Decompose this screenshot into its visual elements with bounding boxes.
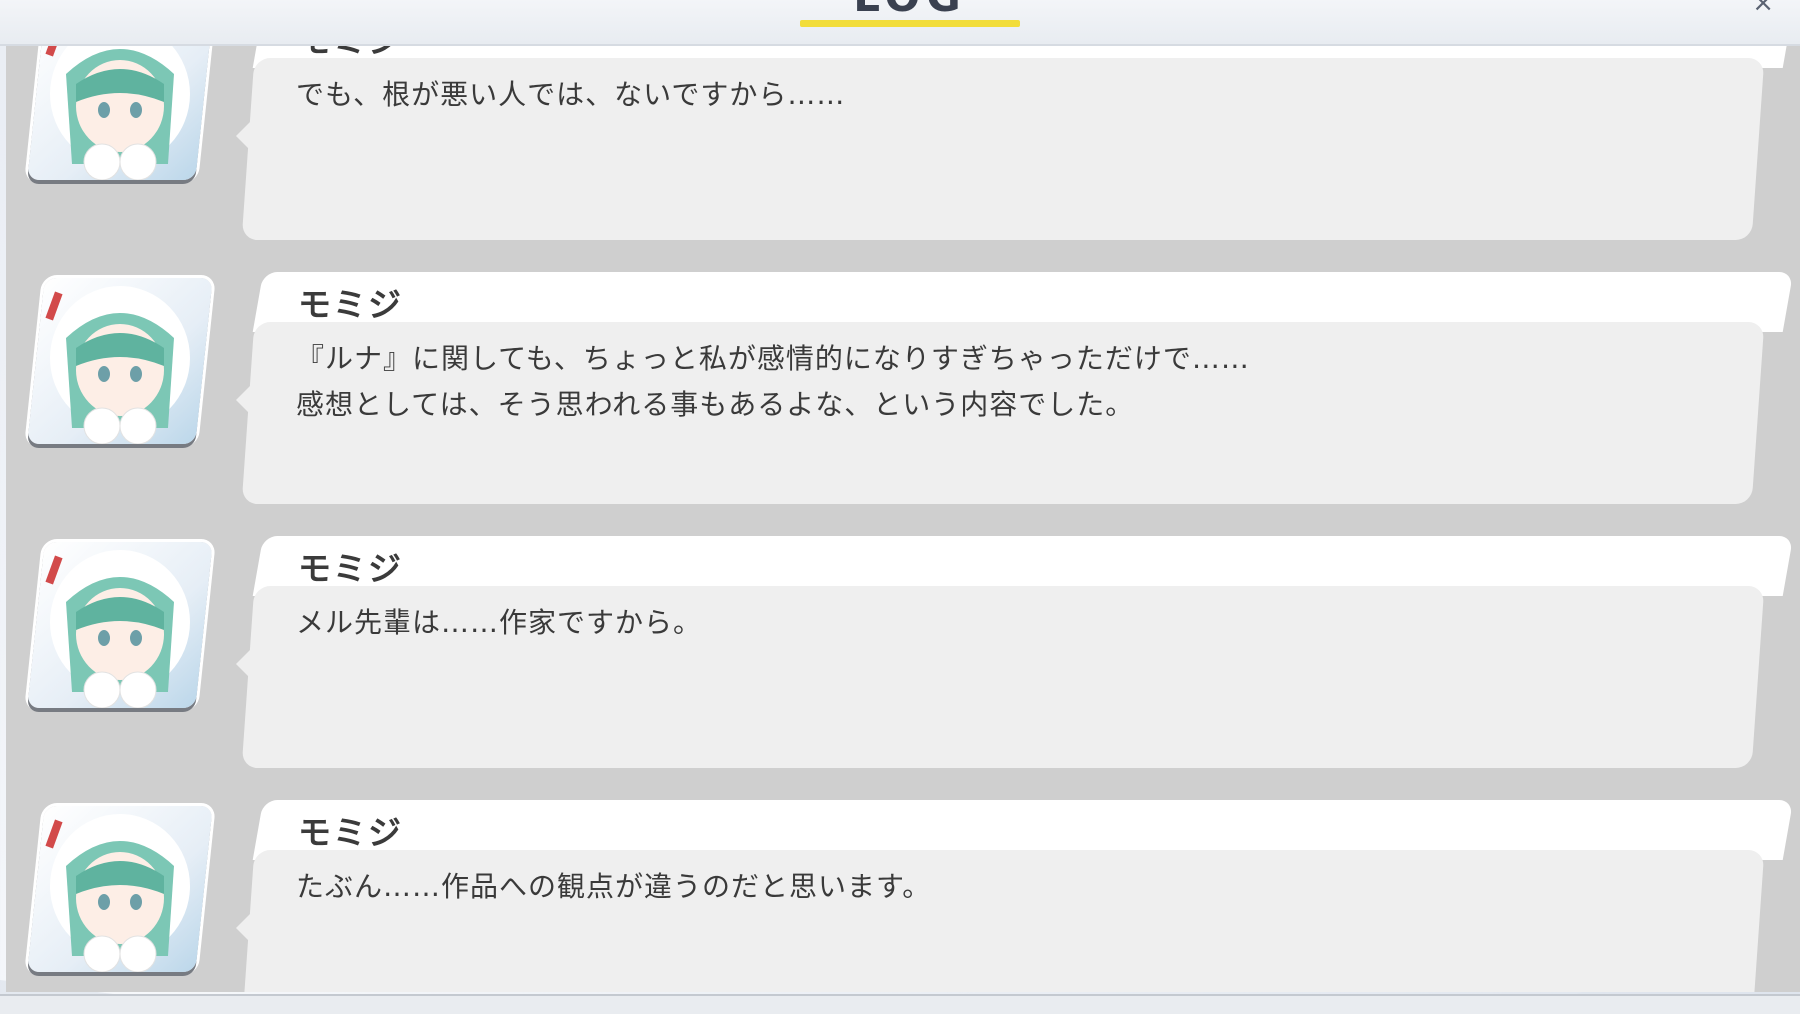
character-avatar xyxy=(27,278,213,444)
momiji-portrait-icon xyxy=(45,46,190,180)
log-entry: モミジ 『ルナ』に関しても、ちょっと私が感情的になりすぎちゃっただけで…… 感想… xyxy=(6,272,1800,534)
dialogue-text: メル先輩は……作家ですから。 xyxy=(296,606,703,639)
character-avatar xyxy=(27,46,213,180)
speaker-name: モミジ xyxy=(298,549,403,588)
momiji-portrait-icon xyxy=(45,814,190,972)
momiji-portrait-icon xyxy=(45,286,190,444)
log-entry: モミジ でも、根が悪い人では、ないですから…… xyxy=(6,46,1800,270)
log-entry: モミジ たぶん……作品への観点が違うのだと思います。 xyxy=(6,800,1800,992)
close-icon[interactable]: × xyxy=(1752,0,1774,18)
dialogue-text: たぶん……作品への観点が違うのだと思います。 xyxy=(296,870,932,903)
speaker-name: モミジ xyxy=(298,813,403,852)
header-bar: LOG × xyxy=(0,0,1800,46)
log-entry: モミジ メル先輩は……作家ですから。 xyxy=(6,536,1800,798)
page-title: LOG xyxy=(800,0,1020,21)
character-avatar xyxy=(27,542,213,708)
title-underline-accent xyxy=(800,20,1020,27)
dialogue-text: でも、根が悪い人では、ないですから…… xyxy=(296,78,846,111)
log-panel[interactable]: モミジ でも、根が悪い人では、ないですから…… モミジ 『ルナ』に関しても、ちょ… xyxy=(6,46,1800,992)
momiji-portrait-icon xyxy=(45,550,190,708)
character-avatar xyxy=(27,806,213,972)
panel-bottom-edge xyxy=(0,994,1800,1014)
speaker-name: モミジ xyxy=(298,285,403,324)
dialogue-text: 『ルナ』に関しても、ちょっと私が感情的になりすぎちゃっただけで…… 感想としては… xyxy=(296,342,1250,421)
